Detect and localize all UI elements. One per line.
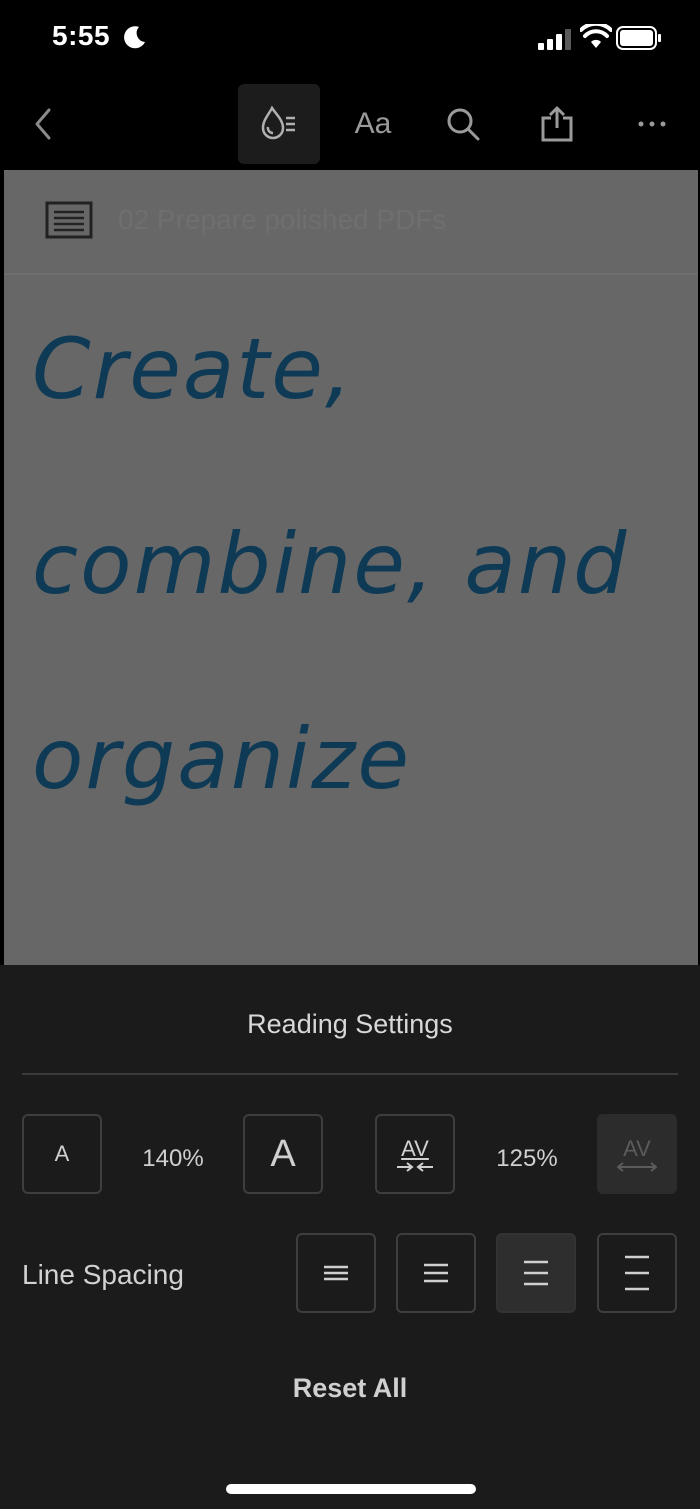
document-header: 02 Prepare polished PDFs — [4, 170, 698, 275]
line-spacing-widest-icon — [625, 1255, 649, 1291]
line-spacing-option-3[interactable] — [496, 1233, 576, 1313]
home-indicator[interactable] — [226, 1484, 476, 1494]
reset-all-button[interactable]: Reset All — [0, 1373, 700, 1404]
decrease-char-spacing-button[interactable]: AV — [375, 1114, 455, 1194]
increase-font-size-button[interactable]: A — [243, 1114, 323, 1194]
line-spacing-option-2[interactable] — [396, 1233, 476, 1313]
char-spacing-value: 125% — [496, 1145, 558, 1172]
line-spacing-option-4[interactable] — [597, 1233, 677, 1313]
moon-icon — [124, 26, 145, 49]
arrows-inward-icon — [397, 1162, 433, 1172]
battery-icon — [616, 26, 661, 50]
cellular-signal-icon — [538, 29, 571, 50]
line-spacing-wide-icon — [524, 1260, 548, 1286]
more-icon — [638, 121, 666, 127]
share-icon — [541, 106, 573, 142]
char-spacing-increase-label: AV — [623, 1136, 651, 1161]
status-bar: 5:55 — [0, 0, 700, 80]
back-button[interactable] — [18, 84, 68, 164]
heading-line-2: combine, and — [32, 515, 629, 613]
heading-line-1: Create, — [32, 320, 354, 418]
arrows-outward-icon — [617, 1162, 657, 1172]
share-button[interactable] — [526, 84, 588, 164]
line-spacing-label: Line Spacing — [22, 1259, 184, 1290]
font-size-value: 140% — [142, 1145, 204, 1172]
decrease-font-size-button[interactable]: A — [22, 1114, 102, 1194]
reading-settings-sheet: Reading Settings A 140% A AV 125% AV Lin… — [0, 965, 700, 1509]
sheet-title: Reading Settings — [247, 1009, 453, 1039]
back-chevron-icon — [35, 108, 51, 140]
more-options-button[interactable] — [622, 84, 682, 164]
table-of-contents-icon[interactable] — [44, 200, 94, 240]
font-settings-button[interactable]: Aa — [338, 84, 408, 164]
top-toolbar: Aa — [0, 80, 700, 170]
reading-mode-button[interactable] — [238, 84, 320, 164]
search-icon — [447, 108, 480, 141]
wifi-icon — [580, 24, 612, 48]
char-spacing-decrease-label: AV — [401, 1136, 429, 1161]
line-spacing-normal-icon — [424, 1263, 448, 1283]
increase-char-spacing-button[interactable]: AV — [597, 1114, 677, 1194]
document-section-title: 02 Prepare polished PDFs — [118, 204, 447, 235]
divider — [22, 1073, 678, 1075]
document-view: 02 Prepare polished PDFs Create, combine… — [4, 170, 698, 965]
line-spacing-option-1[interactable] — [296, 1233, 376, 1313]
line-spacing-tight-icon — [324, 1265, 348, 1281]
status-time: 5:55 — [52, 20, 111, 51]
reading-mode-icon — [261, 105, 295, 140]
heading-line-3: organize — [32, 710, 412, 808]
search-button[interactable] — [432, 84, 494, 164]
